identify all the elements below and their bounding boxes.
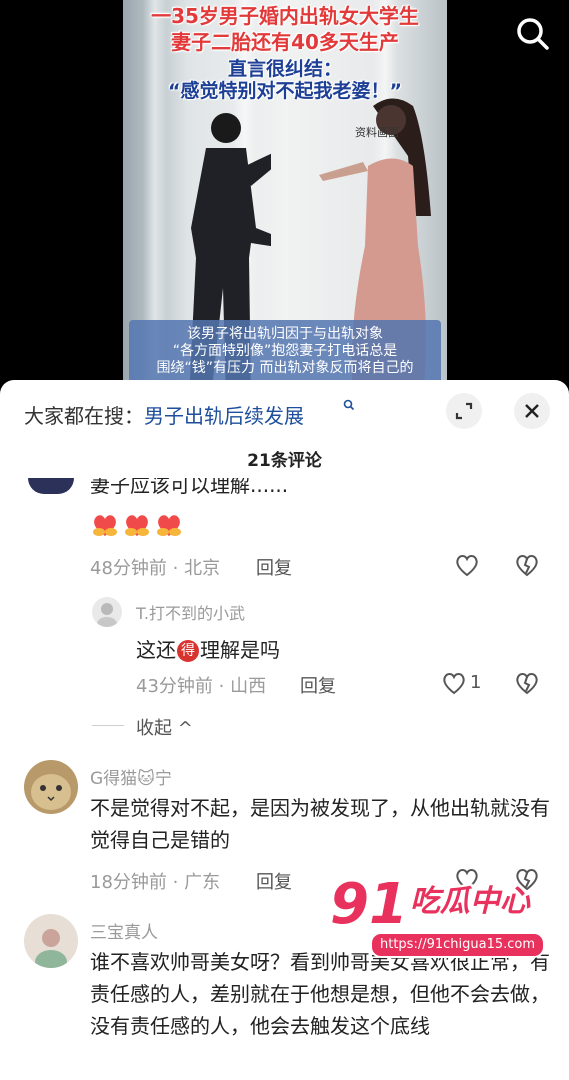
- watermark-logo-number: 91: [330, 872, 408, 937]
- comment-author[interactable]: G得猫🐱宁: [90, 764, 172, 789]
- avatar-image: [24, 914, 78, 968]
- reply-button[interactable]: 回复: [256, 554, 292, 580]
- like-icon[interactable]: [440, 669, 468, 697]
- watermark-logo: 91吃瓜中心: [330, 870, 530, 937]
- divider: [92, 725, 124, 726]
- site-watermark: 91吃瓜中心 https://91chigua15.com: [330, 870, 555, 962]
- emoji-row: [90, 510, 186, 542]
- video-frame: 一35岁男子婚内出轨女大学生 妻子二胎还有40多天生产 直言很纠结： “感觉特别…: [123, 0, 447, 390]
- comment-text: 不是觉得对不起，是因为被发现了，从他出轨就没有觉得自己是错的: [90, 796, 550, 852]
- comment-author[interactable]: 三宝真人: [90, 918, 158, 943]
- source-label: 资料画面: [355, 126, 399, 139]
- heart-hands-emoji-icon: [157, 515, 181, 536]
- reply-button[interactable]: 回复: [256, 868, 292, 894]
- expand-icon: [455, 402, 473, 420]
- avatar-image: [97, 603, 117, 627]
- expand-button[interactable]: [446, 393, 482, 429]
- avatar[interactable]: [92, 597, 122, 627]
- like-count: 1: [470, 672, 482, 693]
- video-subheadline: 直言很纠结：: [227, 58, 342, 80]
- reply-meta: 43分钟前 · 山西: [136, 676, 267, 697]
- avatar[interactable]: [28, 478, 74, 494]
- like-icon[interactable]: [453, 551, 481, 579]
- video-caption: “各方面特别像”抱怨妻子打电话总是: [172, 343, 398, 359]
- comment-count: 21条评论: [247, 451, 322, 471]
- comment-text: 妻子应该可以理解......: [90, 478, 289, 494]
- trending-search[interactable]: 大家都在搜：男子出轨后续发展: [24, 400, 304, 429]
- close-button[interactable]: [514, 393, 550, 429]
- watermark-url: https://91chigua15.com: [370, 932, 546, 958]
- dislike-icon[interactable]: [513, 551, 541, 579]
- reply-text: 这还得理解是吗: [136, 634, 280, 663]
- reply-text-part: 理解是吗: [200, 638, 280, 662]
- video-subheadline: “感觉特别对不起我老婆！”: [168, 80, 402, 102]
- cat-avatar-image: [24, 760, 78, 814]
- video-caption: 该男子将出轨归因于与出轨对象: [187, 326, 383, 342]
- reply-author[interactable]: T.打不到的小武: [136, 600, 245, 624]
- watermark-logo-text: 吃瓜中心: [409, 884, 530, 919]
- de-badge: 得: [177, 640, 199, 662]
- comment-meta: 18分钟前 · 广东: [90, 872, 221, 893]
- trending-keyword-link[interactable]: 男子出轨后续发展: [144, 404, 304, 428]
- avatar[interactable]: [24, 760, 78, 814]
- comment-meta: 48分钟前 · 北京: [90, 558, 221, 579]
- reply-text-part: 这还: [136, 638, 176, 662]
- heart-hands-emoji-icon: [93, 515, 117, 536]
- video-headline: 一35岁男子婚内出轨女大学生: [151, 4, 419, 28]
- close-icon: [525, 404, 539, 418]
- trending-prefix: 大家都在搜：: [24, 404, 144, 428]
- search-small-icon: [343, 399, 355, 411]
- video-caption: 围绕“钱”有压力 而出轨对象反而将自己的: [156, 360, 414, 376]
- reply-button[interactable]: 回复: [300, 672, 336, 698]
- heart-hands-emoji-icon: [125, 515, 149, 536]
- collapse-label: 收起 ^: [136, 718, 193, 739]
- video-player[interactable]: 一35岁男子婚内出轨女大学生 妻子二胎还有40多天生产 直言很纠结： “感觉特别…: [0, 0, 569, 390]
- comment-sheet: 大家都在搜：男子出轨后续发展 21条评论 妻子应该可以理解...... 48分钟…: [0, 380, 569, 1080]
- video-headline: 妻子二胎还有40多天生产: [171, 30, 399, 54]
- dislike-icon[interactable]: [513, 669, 541, 697]
- search-icon: [517, 18, 549, 50]
- avatar[interactable]: [24, 914, 78, 968]
- search-button[interactable]: [513, 14, 553, 54]
